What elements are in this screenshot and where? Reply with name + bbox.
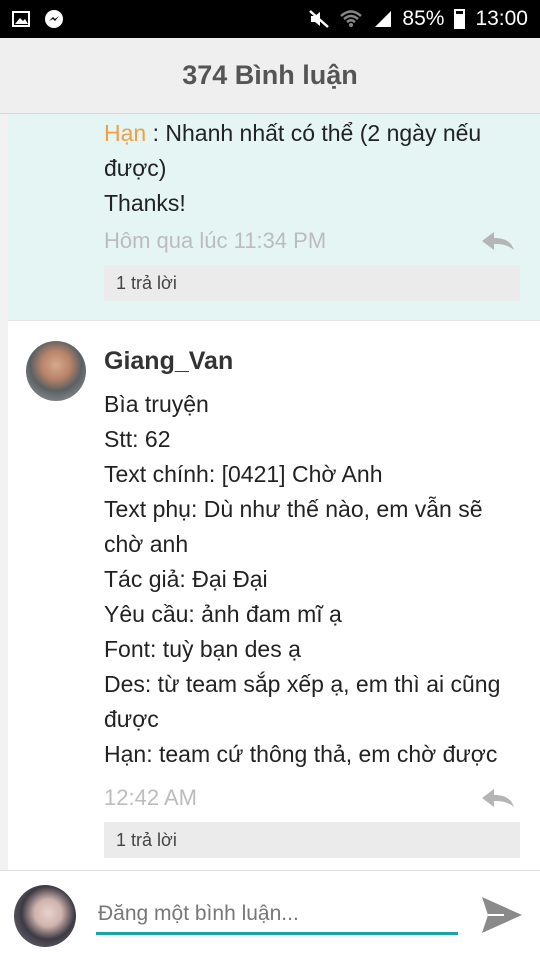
comment-line: Yêu cầu: ảnh đam mĩ ạ (104, 601, 342, 627)
comment-timestamp: Hôm qua lúc 11:34 PM (104, 228, 327, 253)
mention-name[interactable]: Hạn (104, 120, 146, 146)
clock: 13:00 (475, 7, 528, 30)
comment-line: Hạn: team cứ thông thả, em chờ được (104, 741, 498, 767)
comment-input-bar (0, 870, 540, 960)
replies-button[interactable]: 1 trả lời (104, 265, 520, 301)
comment-line: Des: từ team sắp xếp ạ, em thì ai cũng (104, 671, 501, 697)
comment-line: được) (104, 155, 167, 181)
comment-author[interactable]: Giang_Van (104, 347, 233, 376)
signal-icon (375, 11, 392, 27)
comment-line: Text chính: [0421] Chờ Anh (104, 461, 383, 487)
mute-icon (309, 10, 330, 28)
replies-button[interactable]: 1 trả lời (104, 822, 520, 858)
comment-line: Stt: 62 (104, 426, 171, 452)
page-title: 374 Bình luận (182, 60, 358, 90)
replies-label: 1 trả lời (116, 272, 177, 293)
battery-percent: 85% (402, 7, 445, 30)
comment-line: Font: tuỳ bạn des ạ (104, 636, 301, 662)
image-icon (12, 11, 30, 27)
comment-timestamp: 12:42 AM (104, 785, 197, 810)
comment-line: Thanks! (104, 190, 186, 216)
avatar[interactable] (26, 341, 86, 401)
send-icon[interactable] (480, 895, 524, 935)
comment-line: Tác giả: Đại Đại (104, 566, 268, 592)
comment-list[interactable]: Hạn : Nhanh nhất có thể (2 ngày nếu được… (0, 114, 540, 870)
wifi-icon (340, 10, 363, 27)
comment-line: chờ anh (104, 531, 189, 557)
messenger-icon (45, 10, 63, 28)
replies-label: 1 trả lời (116, 829, 177, 850)
comment-line: được (104, 706, 159, 732)
comment-item: Giang_Van Bìa truyện Stt: 62 Text chính:… (8, 320, 540, 870)
user-avatar[interactable] (14, 885, 76, 947)
reply-icon[interactable] (480, 787, 516, 809)
comment-item-highlighted: Hạn : Nhanh nhất có thể (2 ngày nếu được… (8, 114, 540, 320)
comment-line: Hạn : Nhanh nhất có thể (2 ngày nếu (104, 120, 482, 146)
comment-body: Bìa truyện Stt: 62 Text chính: [0421] Ch… (104, 387, 524, 772)
comment-line: Text phụ: Dù như thế nào, em vẫn sẽ (104, 496, 483, 522)
status-bar: 85% 13:00 (0, 0, 540, 38)
comment-input[interactable] (96, 895, 458, 935)
comment-line: Bìa truyện (104, 391, 209, 417)
comment-body: Hạn : Nhanh nhất có thể (2 ngày nếu được… (104, 116, 524, 221)
header: 374 Bình luận (0, 38, 540, 114)
battery-icon (454, 9, 466, 29)
reply-icon[interactable] (480, 230, 516, 252)
